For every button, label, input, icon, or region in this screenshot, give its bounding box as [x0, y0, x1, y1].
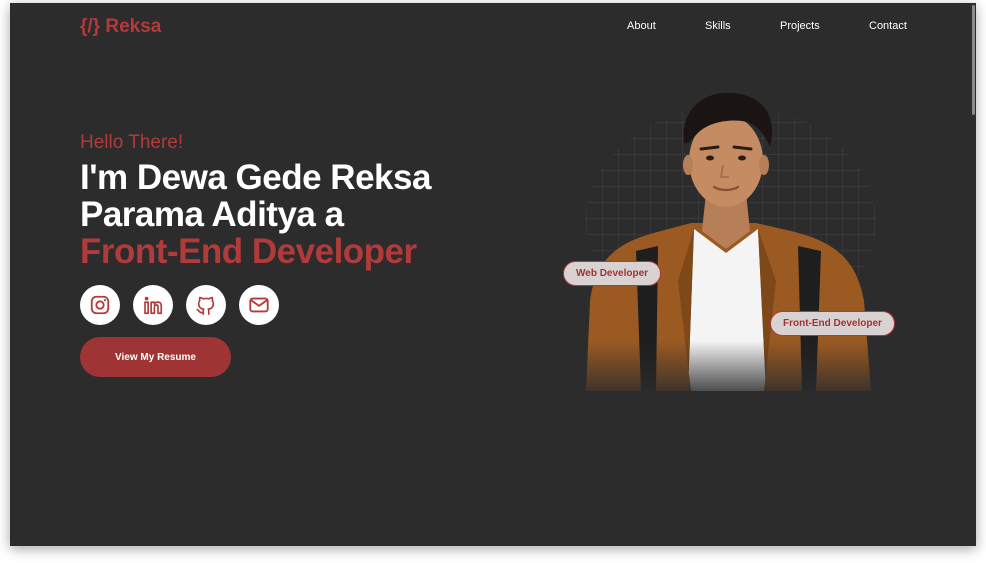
- nav-skills[interactable]: Skills: [705, 20, 731, 32]
- nav-about[interactable]: About: [627, 20, 656, 32]
- instagram-icon: [90, 295, 110, 315]
- linkedin-icon: [144, 296, 163, 315]
- site-logo[interactable]: {/} Reksa: [80, 16, 161, 38]
- mail-button[interactable]: [239, 285, 279, 325]
- hero-name-line2: Parama Aditya a: [80, 195, 344, 234]
- github-button[interactable]: [186, 285, 226, 325]
- linkedin-button[interactable]: [133, 285, 173, 325]
- browser-viewport: {/} Reksa About Skills Projects Contact …: [10, 3, 976, 546]
- profile-portrait: [566, 92, 896, 401]
- nav-contact[interactable]: Contact: [869, 20, 907, 32]
- instagram-button[interactable]: [80, 285, 120, 325]
- front-end-developer-tag: Front-End Developer: [770, 311, 895, 336]
- mail-icon: [249, 297, 269, 313]
- scrollbar[interactable]: [972, 5, 975, 115]
- web-developer-tag: Web Developer: [563, 261, 662, 286]
- hero-role: Front-End Developer: [80, 232, 417, 271]
- nav-projects[interactable]: Projects: [780, 20, 820, 32]
- view-resume-button[interactable]: View My Resume: [80, 337, 231, 377]
- github-icon: [196, 296, 215, 315]
- hero-greeting: Hello There!: [80, 132, 184, 153]
- hero-name-line1: I'm Dewa Gede Reksa: [80, 158, 431, 197]
- profile-photo: [566, 81, 896, 401]
